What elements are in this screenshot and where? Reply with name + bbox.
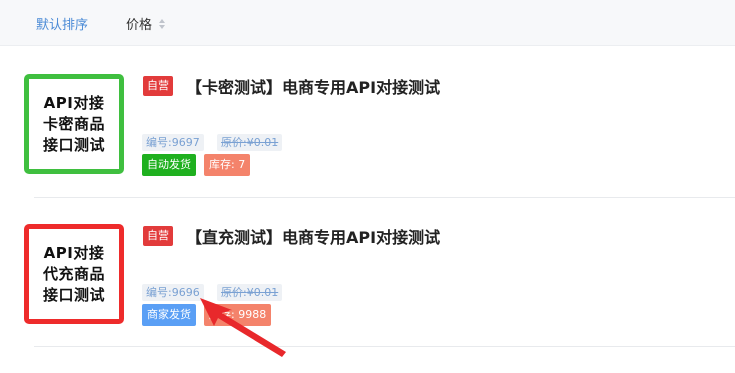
product-item[interactable]: API对接 代充商品 接口测试 自营 【直充测试】电商专用API对接测试 编号:… [0, 198, 735, 348]
sort-caret-icon [159, 18, 166, 29]
original-price: 原价:¥0.01 [217, 134, 283, 151]
thumbnail-text-line: 接口测试 [42, 135, 105, 154]
stock-tag: 库存: 7 [204, 154, 251, 176]
self-operated-badge: 自营 [143, 226, 173, 246]
thumbnail-text-line: API对接 [43, 243, 105, 262]
stock-label: 库存: [209, 158, 239, 171]
original-price-value: ¥0.01 [246, 136, 279, 149]
thumbnail-text-line: 接口测试 [42, 285, 105, 304]
sku-value: 9696 [171, 286, 200, 299]
thumbnail-text-line: 卡密商品 [42, 114, 105, 133]
sort-bar: 默认排序 价格 [0, 0, 735, 46]
sku-value: 9697 [171, 136, 200, 149]
stock-value: 9988 [238, 308, 267, 321]
sort-price-label: 价格 [126, 18, 153, 33]
original-price: 原价:¥0.01 [217, 284, 283, 301]
thumbnail-text-line: API对接 [43, 93, 105, 112]
product-title[interactable]: 【卡密测试】电商专用API对接测试 [186, 74, 440, 98]
thumbnail-text-line: 代充商品 [42, 264, 105, 283]
product-title[interactable]: 【直充测试】电商专用API对接测试 [186, 224, 440, 248]
stock-tag: 库存: 9988 [204, 304, 272, 326]
product-sku: 编号:9696 [142, 284, 204, 301]
stock-label: 库存: [209, 308, 239, 321]
original-price-value: ¥0.01 [246, 286, 279, 299]
self-operated-badge: 自营 [143, 76, 173, 96]
product-sku: 编号:9697 [142, 134, 204, 151]
product-item[interactable]: API对接 卡密商品 接口测试 自营 【卡密测试】电商专用API对接测试 编号:… [0, 48, 735, 198]
original-price-label: 原价: [221, 286, 247, 299]
sku-label: 编号: [146, 136, 172, 149]
sku-label: 编号: [146, 286, 172, 299]
original-price-label: 原价: [221, 136, 247, 149]
delivery-tag: 商家发货 [142, 304, 196, 326]
sort-default-button[interactable]: 默认排序 [36, 14, 88, 33]
divider [34, 346, 735, 347]
delivery-tag: 自动发货 [142, 154, 196, 176]
stock-value: 7 [238, 158, 246, 171]
sort-price-button[interactable]: 价格 [126, 14, 166, 33]
product-thumbnail[interactable]: API对接 代充商品 接口测试 [24, 224, 124, 324]
product-thumbnail[interactable]: API对接 卡密商品 接口测试 [24, 74, 124, 174]
